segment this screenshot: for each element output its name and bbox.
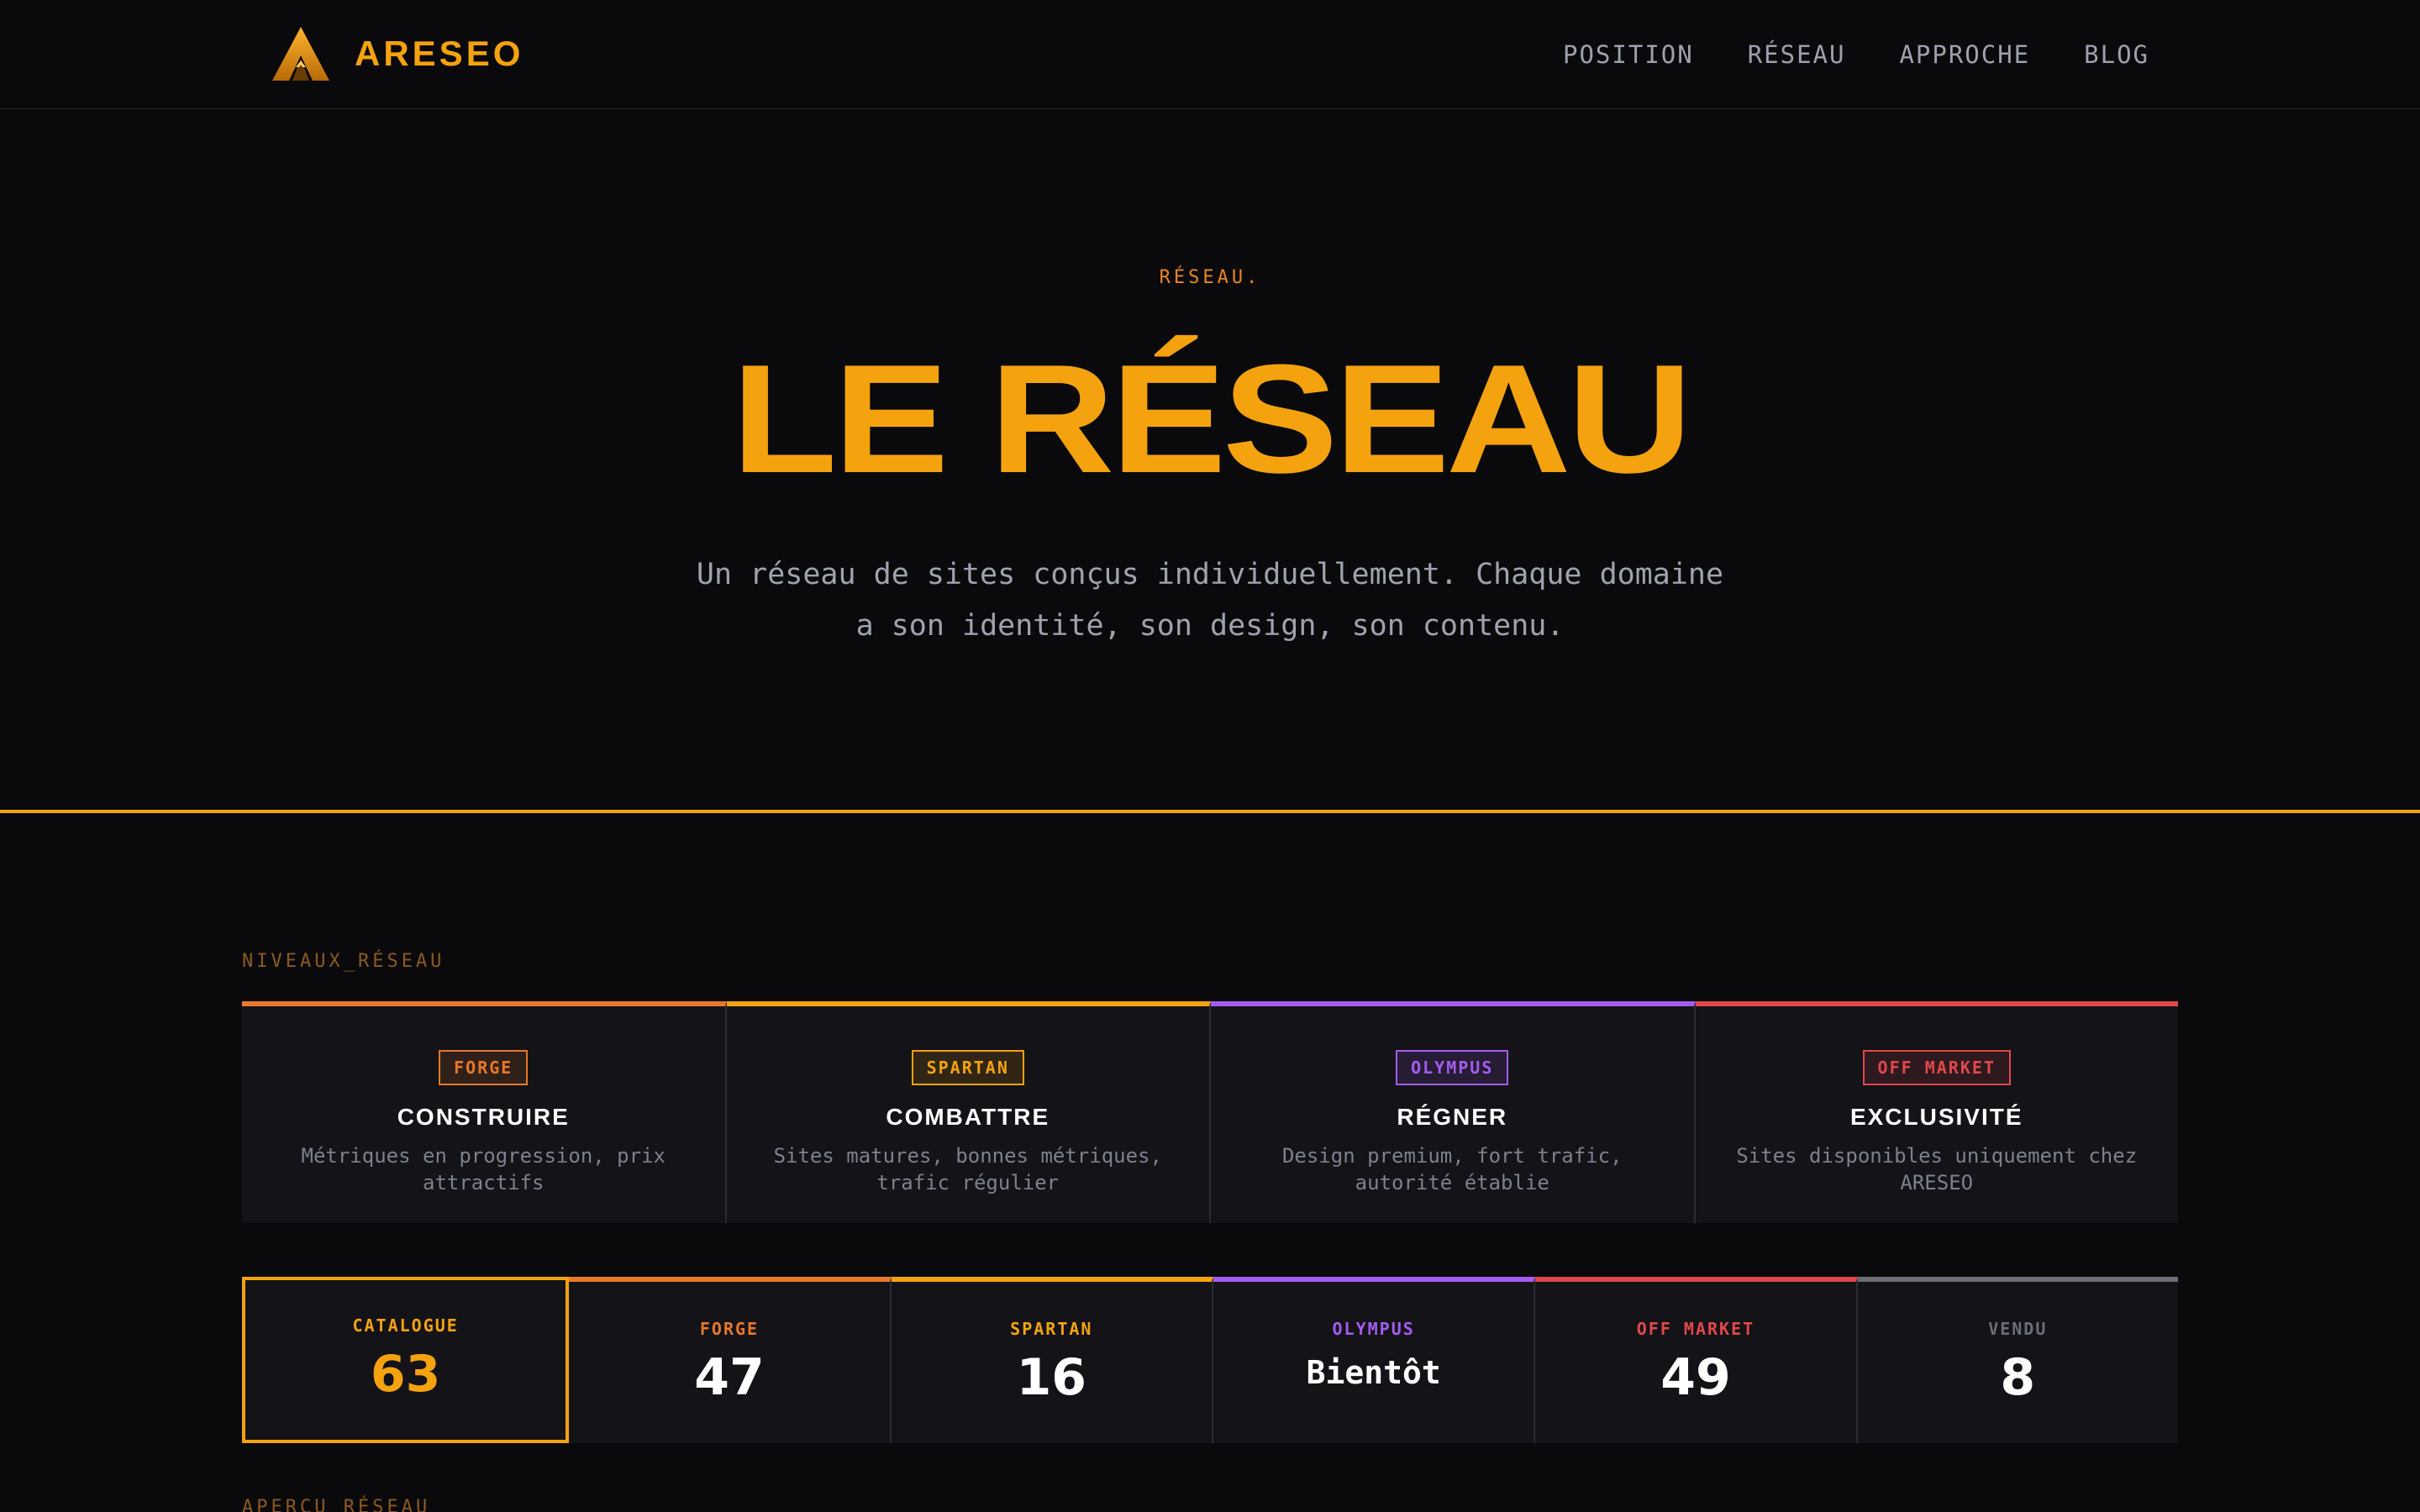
top-navbar: ARESEO POSITION RÉSEAU APPROCHE BLOG (0, 0, 2420, 109)
stat-value: 63 (370, 1345, 441, 1404)
hero-subtitle: Un réseau de sites conçus individuelleme… (664, 549, 1756, 652)
stats-filter-bar: CATALOGUE 63 FORGE 47 SPARTAN 16 OLYMPUS… (242, 1277, 2178, 1443)
stat-label: VENDU (1988, 1319, 2048, 1339)
tiers-grid: FORGE CONSTRUIRE Métriques en progressio… (242, 1001, 2178, 1223)
stat-label: FORGE (699, 1319, 760, 1339)
stat-value: 49 (1660, 1348, 1731, 1407)
tier-description: Sites disponibles uniquement chez ARESEO (1736, 1144, 2138, 1194)
nav-link-approche[interactable]: APPROCHE (1899, 40, 2030, 69)
areseo-logo-icon (272, 27, 329, 81)
hero-title: LE RÉSEAU (731, 332, 1692, 505)
stat-filter-forge[interactable]: FORGE 47 (569, 1277, 892, 1443)
stat-label: CATALOGUE (352, 1315, 459, 1336)
stat-label: SPARTAN (1010, 1319, 1093, 1339)
stat-label: OFF MARKET (1636, 1319, 1755, 1339)
stat-filter-off-market[interactable]: OFF MARKET 49 (1535, 1277, 1858, 1443)
hero-eyebrow: RÉSEAU. (1159, 267, 1261, 288)
tier-badge: FORGE (439, 1050, 529, 1085)
stat-filter-spartan[interactable]: SPARTAN 16 (891, 1277, 1213, 1443)
nav-link-blog[interactable]: BLOG (2084, 40, 2149, 69)
tier-description: Sites matures, bonnes métriques, trafic … (773, 1144, 1162, 1194)
tier-card-off-market[interactable]: OFF MARKET EXCLUSIVITÉ Sites disponibles… (1695, 1001, 2178, 1223)
tier-title: EXCLUSIVITÉ (1849, 1104, 2023, 1130)
nav-link-position[interactable]: POSITION (1563, 40, 1694, 69)
tier-card-forge[interactable]: FORGE CONSTRUIRE Métriques en progressio… (242, 1001, 727, 1223)
tier-card-olympus[interactable]: OLYMPUS RÉGNER Design premium, fort traf… (1211, 1001, 1696, 1223)
stat-filter-catalogue[interactable]: CATALOGUE 63 (242, 1277, 570, 1443)
stat-filter-olympus[interactable]: OLYMPUS Bientôt (1213, 1277, 1536, 1443)
brand-name: ARESEO (355, 34, 524, 73)
stat-value: Bientôt (1306, 1354, 1441, 1391)
nav-links: POSITION RÉSEAU APPROCHE BLOG (1563, 0, 2149, 109)
tier-description: Design premium, fort trafic, autorité ét… (1281, 1144, 1623, 1194)
tier-badge: OFF MARKET (1862, 1050, 2011, 1085)
stat-filter-vendu[interactable]: VENDU 8 (1857, 1277, 2178, 1443)
tier-card-spartan[interactable]: SPARTAN COMBATTRE Sites matures, bonnes … (726, 1001, 1211, 1223)
tiers-section-label: NIVEAUX_RÉSEAU (242, 951, 445, 972)
tier-title: RÉGNER (1397, 1104, 1508, 1130)
hero-subtitle-line-1: Un réseau de sites conçus individuelleme… (696, 558, 1724, 591)
overview-section-label: APERÇU_RÉSEAU (242, 1497, 431, 1512)
stat-label: OLYMPUS (1332, 1319, 1415, 1339)
stat-value: 8 (2000, 1348, 2036, 1407)
tier-description: Métriques en progression, prix attractif… (301, 1144, 666, 1194)
tier-title: CONSTRUIRE (397, 1104, 570, 1130)
stat-value: 16 (1016, 1348, 1087, 1407)
tier-badge: SPARTAN (911, 1050, 1024, 1085)
tier-title: COMBATTRE (886, 1104, 1050, 1130)
hero-subtitle-line-2: a son identité, son design, son contenu. (855, 609, 1565, 643)
nav-link-reseau[interactable]: RÉSEAU (1748, 40, 1846, 69)
stat-value: 47 (694, 1348, 765, 1407)
tier-badge: OLYMPUS (1396, 1050, 1509, 1085)
hero-divider (0, 810, 2420, 813)
brand-logo-link[interactable]: ARESEO (271, 20, 523, 87)
